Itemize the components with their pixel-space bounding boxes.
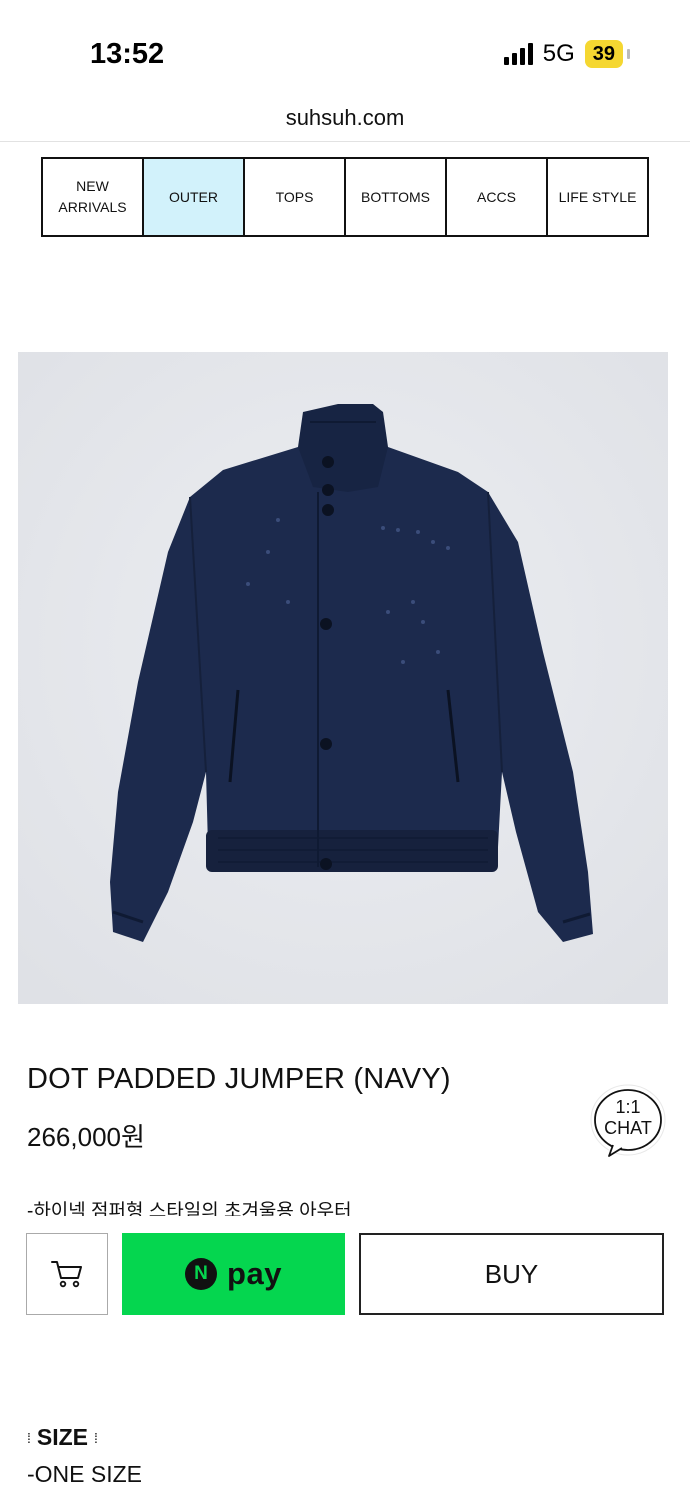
tab-bottoms[interactable]: BOTTOMS	[346, 159, 447, 235]
network-type: 5G	[542, 40, 575, 67]
product-description: -하이넥 점퍼형 스타일의 초겨울용 아우터	[27, 1201, 352, 1216]
status-bar: 13:52 5G 39	[0, 0, 690, 100]
tab-new-arrivals[interactable]: NEW ARRIVALS	[43, 159, 144, 235]
tab-label: NEW ARRIVALS	[58, 178, 127, 215]
npay-button[interactable]: N pay	[122, 1233, 345, 1315]
jacket-illustration	[18, 352, 668, 1004]
address-bar[interactable]: suhsuh.com	[0, 96, 690, 142]
tab-life-style[interactable]: LIFE STYLE	[548, 159, 647, 235]
tab-outer[interactable]: OUTER	[144, 159, 245, 235]
status-time: 13:52	[90, 38, 165, 70]
product-name: DOT PADDED JUMPER (NAVY)	[27, 1063, 451, 1095]
url-text: suhsuh.com	[285, 105, 405, 130]
npay-logo-icon: N	[185, 1258, 218, 1290]
product-image[interactable]	[18, 352, 668, 1004]
npay-label: pay	[227, 1256, 282, 1291]
tab-label: OUTER	[169, 188, 218, 205]
tab-label: TOPS	[275, 188, 314, 205]
purchase-bar: N pay BUY	[0, 1216, 690, 1334]
cart-icon	[51, 1261, 82, 1288]
battery-tip	[627, 49, 630, 59]
wave-divider-icon: ⁞	[27, 1429, 31, 1446]
size-value: -ONE SIZE	[27, 1461, 143, 1487]
size-heading: ⁞ SIZE ⁞	[27, 1424, 98, 1451]
wave-divider-icon: ⁞	[94, 1429, 98, 1446]
signal-icon	[503, 43, 533, 65]
status-indicators: 5G 39	[503, 40, 630, 68]
size-heading-text: SIZE	[36, 1424, 89, 1450]
tab-accs[interactable]: ACCS	[447, 159, 548, 235]
tab-tops[interactable]: TOPS	[245, 159, 346, 235]
chat-label: 1:1 CHAT	[604, 1097, 652, 1138]
tab-label: LIFE STYLE	[558, 188, 637, 205]
product-price: 266,000원	[27, 1122, 145, 1152]
tab-label: ACCS	[477, 188, 516, 205]
battery-icon: 39	[584, 40, 623, 68]
add-to-cart-button[interactable]	[26, 1233, 108, 1315]
buy-button[interactable]: BUY	[359, 1233, 664, 1315]
chat-button[interactable]: 1:1 CHAT	[589, 1084, 667, 1160]
category-nav: NEW ARRIVALS OUTER TOPS BOTTOMS ACCS LIFE…	[41, 157, 649, 237]
tab-label: BOTTOMS	[361, 188, 430, 205]
